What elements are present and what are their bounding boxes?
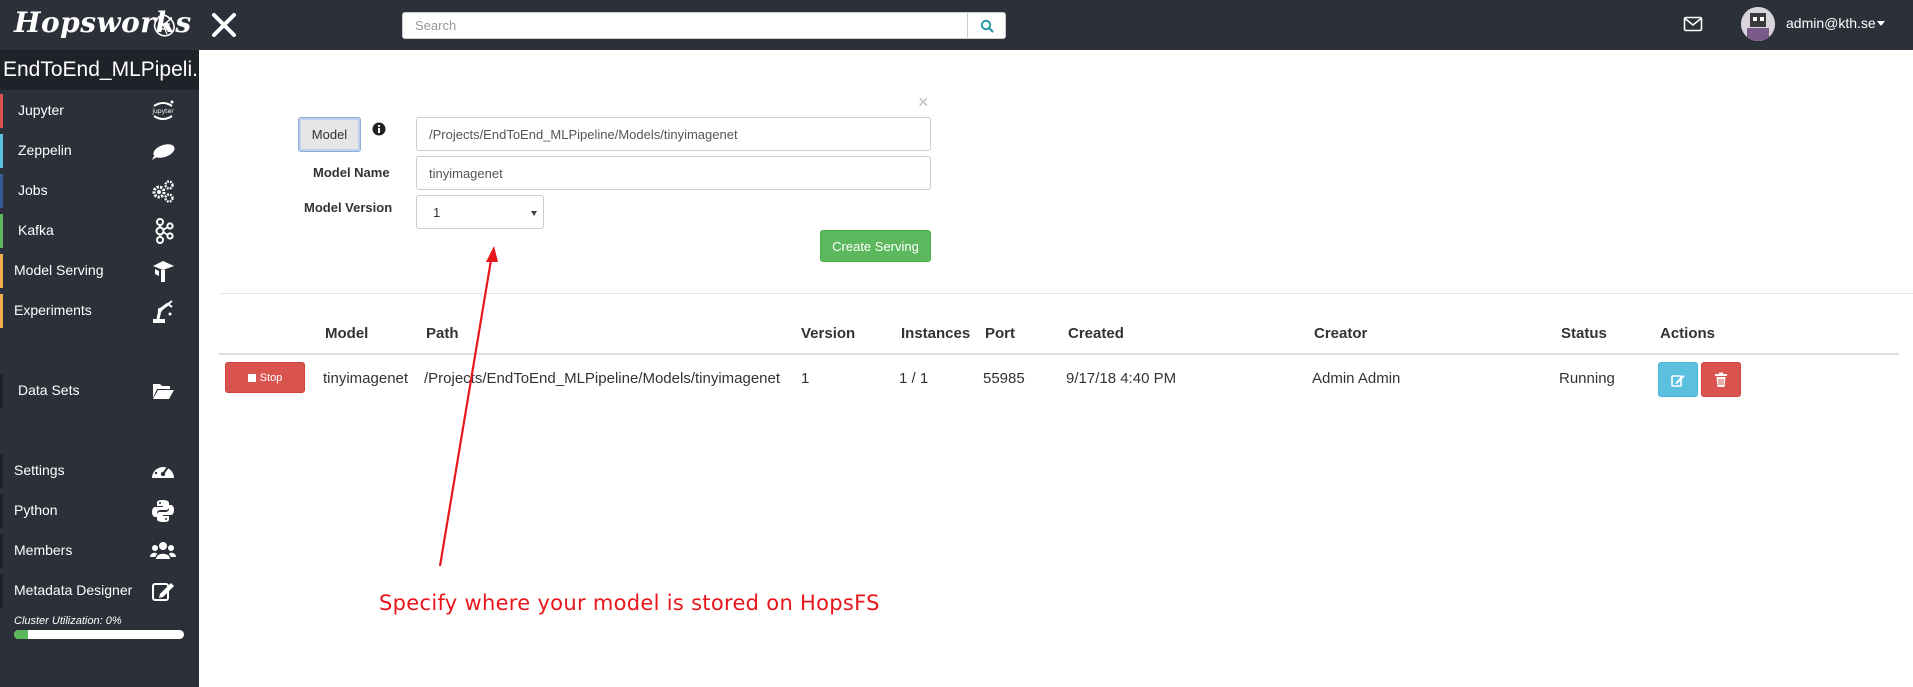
sidebar-item-python[interactable]: Python [0, 492, 199, 528]
sidebar-item-jupyter[interactable]: Jupyter jupyter [0, 92, 199, 128]
sidebar-item-label: Jupyter [18, 102, 64, 118]
annotation-arrow [438, 246, 498, 567]
column-header-actions: Actions [1660, 325, 1716, 342]
sidebar-item-jobs[interactable]: Jobs [0, 172, 199, 208]
annotation-text: Specify where your model is stored on Ho… [379, 591, 880, 615]
folder-open-icon [153, 384, 174, 399]
edit-icon [152, 583, 174, 601]
cluster-utilization-fill [14, 630, 28, 639]
svg-text:jupyter: jupyter [151, 108, 174, 115]
sidebar-color-bar [0, 214, 3, 248]
column-header-instances: Instances [901, 325, 971, 342]
mail-icon[interactable] [1683, 15, 1703, 33]
model-version-select[interactable]: 1 [416, 195, 544, 229]
column-header-port: Port [985, 325, 1015, 342]
chevron-down-icon[interactable] [1877, 21, 1885, 26]
sidebar-item-data-sets[interactable]: Data Sets [0, 372, 199, 408]
sidebar-color-bar [0, 174, 3, 208]
jupyter-icon: jupyter [151, 100, 174, 120]
stop-button-label: Stop [259, 371, 283, 384]
edit-serving-button[interactable] [1658, 362, 1698, 397]
sidebar-item-model-serving[interactable]: Model Serving [0, 252, 199, 288]
zeppelin-icon [152, 144, 175, 160]
users-icon [150, 542, 176, 559]
avatar[interactable] [1741, 7, 1775, 41]
cell-created: 9/17/18 4:40 PM [1066, 370, 1177, 387]
sidebar: EndToEnd_MLPipeli... Jupyter jupyter Zep… [0, 50, 199, 687]
python-icon [152, 500, 174, 522]
avatar-image [1741, 7, 1775, 41]
sidebar-item-label: Model Serving [14, 262, 104, 278]
sidebar-color-bar [0, 574, 3, 608]
cell-version: 1 [801, 370, 810, 387]
robot-arm-icon [153, 300, 173, 323]
search-icon [980, 19, 994, 33]
stop-icon [247, 373, 256, 382]
chevron-down-icon [531, 211, 537, 216]
project-title[interactable]: EndToEnd_MLPipeli... [0, 50, 199, 90]
gears-icon [152, 180, 174, 203]
close-menu-icon[interactable] [209, 10, 239, 40]
info-icon[interactable] [372, 122, 386, 136]
cell-instances: 1 / 1 [899, 370, 929, 387]
sidebar-color-bar [0, 534, 3, 568]
sidebar-color-bar [0, 454, 3, 488]
dashboard-icon [152, 463, 174, 478]
search-input[interactable] [403, 13, 968, 38]
cell-model: tinyimagenet [323, 370, 409, 387]
sidebar-item-label: Zeppelin [18, 142, 72, 158]
hops-logo-icon [153, 14, 175, 37]
close-form-icon[interactable]: × [918, 92, 929, 113]
stop-serving-button[interactable]: Stop [225, 362, 305, 393]
sidebar-item-label: Data Sets [18, 382, 80, 398]
sidebar-item-experiments[interactable]: Experiments [0, 292, 199, 328]
sidebar-color-bar [0, 94, 3, 128]
delete-serving-button[interactable] [1701, 362, 1741, 397]
model-name-field[interactable] [416, 156, 931, 190]
model-browse-button[interactable]: Model [298, 117, 361, 152]
model-name-label: Model Name [313, 165, 390, 180]
top-navbar: Hopsworks admin@kth.se [0, 0, 1913, 50]
sidebar-color-bar [0, 494, 3, 528]
search-button[interactable] [967, 13, 1005, 38]
column-header-creator: Creator [1314, 325, 1368, 342]
cell-creator: Admin Admin [1312, 370, 1401, 387]
cluster-utilization-label: Cluster Utilization: 0% [14, 615, 122, 627]
trash-icon [1715, 372, 1727, 387]
column-header-created: Created [1068, 325, 1124, 342]
search-box [402, 12, 1006, 39]
cell-port: 55985 [983, 370, 1025, 387]
sidebar-item-label: Experiments [14, 302, 92, 318]
sidebar-item-label: Jobs [18, 182, 48, 198]
serving-icon [153, 261, 174, 282]
model-path-field[interactable] [416, 117, 931, 151]
column-header-status: Status [1561, 325, 1607, 342]
sidebar-color-bar [0, 374, 3, 408]
sidebar-item-label: Settings [14, 462, 65, 478]
edit-icon [1671, 374, 1685, 387]
create-serving-button[interactable]: Create Serving [820, 230, 931, 262]
cluster-utilization-bar [14, 630, 184, 639]
sidebar-item-label: Metadata Designer [14, 582, 133, 598]
model-version-label: Model Version [304, 200, 393, 215]
sidebar-color-bar [0, 134, 3, 168]
sidebar-color-bar [0, 294, 3, 328]
sidebar-item-metadata-designer[interactable]: Metadata Designer [0, 572, 199, 608]
sidebar-item-label: Kafka [18, 222, 54, 238]
model-version-value: 1 [433, 205, 441, 220]
cell-status: Running [1559, 370, 1615, 387]
sidebar-item-settings[interactable]: Settings [0, 452, 199, 488]
sidebar-item-kafka[interactable]: Kafka [0, 212, 199, 248]
sidebar-item-label: Python [14, 502, 58, 518]
sidebar-item-members[interactable]: Members [0, 532, 199, 568]
sidebar-item-label: Members [14, 542, 73, 558]
column-header-version: Version [801, 325, 856, 342]
user-menu-label[interactable]: admin@kth.se [1786, 15, 1876, 31]
sidebar-color-bar [0, 254, 3, 288]
column-header-model: Model [325, 325, 369, 342]
kafka-icon [155, 218, 174, 244]
sidebar-item-zeppelin[interactable]: Zeppelin [0, 132, 199, 168]
